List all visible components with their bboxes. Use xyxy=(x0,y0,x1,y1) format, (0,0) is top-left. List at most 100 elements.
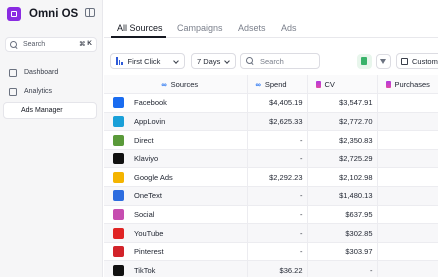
source-cell: AppLovin xyxy=(104,112,248,132)
applovin-icon xyxy=(113,115,124,127)
spend-cell-value: $36.22 xyxy=(279,265,303,275)
source-name: Pinterest xyxy=(134,247,164,257)
source-wrap: YouTube xyxy=(113,227,246,239)
spend-cell-value: $2,292.23 xyxy=(269,172,303,182)
purchases-cell[interactable]: 35.0 xyxy=(377,167,438,188)
source-cell: YouTube xyxy=(104,223,248,243)
table-row[interactable]: AppLovin $2,625.33 $2,772.70 39.0 xyxy=(104,112,438,132)
source-name: Klaviyo xyxy=(134,154,159,164)
sidebar-nav: Dashboard Analytics Ads Manager xyxy=(3,64,97,121)
source-name: Social xyxy=(134,209,155,219)
columns-icon xyxy=(401,57,408,65)
spend-cell: - xyxy=(247,130,308,150)
data-table: ∞ Sources ∞ Spend CV Purchases Facebook $4,… xyxy=(104,75,438,277)
purchases-cell[interactable]: 6.0 xyxy=(377,242,438,262)
purchases-cell[interactable]: 16.0 xyxy=(377,205,438,225)
table-row[interactable]: TikTok $36.22 -- xyxy=(104,260,438,277)
source-wrap: Direct xyxy=(113,134,246,146)
cv-cell: $302.85 xyxy=(307,223,378,243)
omni-icon xyxy=(385,80,391,88)
sidebar-item-label: Ads Manager xyxy=(21,107,63,114)
source-cell: OneText xyxy=(104,186,248,206)
spend-cell-value: - xyxy=(300,135,303,145)
spend-cell: - xyxy=(247,205,308,225)
col-cv-label: CV xyxy=(324,79,335,89)
omni-icon xyxy=(315,80,321,88)
shopify-icon xyxy=(113,134,124,146)
cv-cell: $2,102.98 xyxy=(307,167,378,188)
cv-cell: $2,350.83 xyxy=(307,130,378,150)
purchases-cell[interactable]: 39.0 xyxy=(377,149,438,169)
sidebar: Omni OS Search ⌘ K Dashboard Analytics A… xyxy=(0,0,103,277)
spend-cell: - xyxy=(247,242,308,262)
spend-cell: - xyxy=(247,149,308,169)
table-row[interactable]: YouTube - $302.85 5.0 xyxy=(104,223,438,243)
table-row[interactable]: Social - $637.95 16.0 xyxy=(104,205,438,225)
spend-cell-value: - xyxy=(300,228,303,238)
export-sheet-button[interactable] xyxy=(357,54,372,69)
col-spend[interactable]: ∞ Spend xyxy=(247,75,308,95)
sidebar-item-ads-manager[interactable]: Ads Manager xyxy=(3,102,97,119)
table-row[interactable]: Direct - $2,350.83 39.0 xyxy=(104,130,438,150)
filter-icon[interactable] xyxy=(376,54,391,69)
col-spend-label: Spend xyxy=(264,79,287,89)
tab-campaigns[interactable]: Campaigns xyxy=(177,23,223,33)
table-row[interactable]: Facebook $4,405.19 $3,547.91 56.0 xyxy=(104,93,438,113)
source-name: TikTok xyxy=(134,265,156,275)
tab-all-sources[interactable]: All Sources xyxy=(117,23,163,33)
source-cell: Klaviyo xyxy=(104,149,248,169)
cv-cell-value: $2,772.70 xyxy=(339,116,373,126)
omni-logo-icon xyxy=(7,7,21,21)
cv-cell-value: $3,547.91 xyxy=(339,98,373,108)
purchases-cell[interactable]: 21.0 xyxy=(377,186,438,206)
date-range-select[interactable]: 7 Days xyxy=(191,53,236,69)
search-placeholder: Search xyxy=(23,41,46,48)
source-wrap: Google Ads xyxy=(113,171,246,183)
table-search-input[interactable]: Search xyxy=(240,53,320,69)
spend-cell-value: $2,625.33 xyxy=(269,116,303,126)
source-cell: TikTok xyxy=(104,260,248,277)
table-row[interactable]: Google Ads $2,292.23 $2,102.98 35.0 xyxy=(104,167,438,188)
col-cv[interactable]: CV xyxy=(307,75,378,95)
pinterest-icon xyxy=(113,246,124,258)
sidebar-item-dashboard[interactable]: Dashboard xyxy=(3,64,97,81)
tab-ads[interactable]: Ads xyxy=(281,23,297,33)
customize-columns-button[interactable]: Customi xyxy=(396,53,438,69)
table-row[interactable]: Klaviyo - $2,725.29 39.0 xyxy=(104,149,438,169)
cv-cell-value: $2,725.29 xyxy=(339,154,373,164)
sidebar-toggle-icon[interactable] xyxy=(85,8,95,17)
spend-cell-value: - xyxy=(300,191,303,201)
purchases-cell[interactable]: 5.0 xyxy=(377,223,438,243)
spend-cell: - xyxy=(247,186,308,206)
spend-cell: $36.22 xyxy=(247,260,308,277)
tab-adsets[interactable]: Adsets xyxy=(238,23,266,33)
sidebar-search[interactable]: Search ⌘ K xyxy=(5,37,97,52)
spend-cell: - xyxy=(247,223,308,243)
brand[interactable]: Omni OS xyxy=(7,6,78,22)
table-row[interactable]: Pinterest - $303.97 6.0 xyxy=(104,242,438,262)
cv-cell: $2,772.70 xyxy=(307,112,378,132)
source-wrap: Social xyxy=(113,208,246,220)
purchases-cell[interactable]: 56.0 xyxy=(377,93,438,113)
table-search-placeholder: Search xyxy=(260,56,284,66)
source-name: Google Ads xyxy=(134,172,173,182)
table-body: Facebook $4,405.19 $3,547.91 56.0 AppLovin $2… xyxy=(104,93,438,277)
col-sources[interactable]: ∞ Sources xyxy=(104,75,248,95)
purchases-cell[interactable]: 39.0 xyxy=(377,130,438,150)
spend-cell: $2,625.33 xyxy=(247,112,308,132)
spend-cell-value: - xyxy=(300,154,303,164)
dashboard-icon xyxy=(9,68,17,77)
col-purchases[interactable]: Purchases xyxy=(377,75,438,95)
k-key: K xyxy=(87,40,92,47)
table-row[interactable]: OneText - $1,480.13 21.0 xyxy=(104,186,438,206)
source-name: Facebook xyxy=(134,98,167,108)
spend-cell-value: - xyxy=(300,209,303,219)
attribution-select[interactable]: First Click xyxy=(110,53,185,69)
cv-cell: - xyxy=(307,260,378,277)
purchases-cell[interactable]: - xyxy=(377,260,438,277)
sidebar-item-analytics[interactable]: Analytics xyxy=(3,83,97,100)
cv-cell-value: - xyxy=(370,265,373,275)
ads-manager-icon xyxy=(10,107,18,115)
purchases-cell[interactable]: 39.0 xyxy=(377,112,438,132)
source-wrap: Pinterest xyxy=(113,246,246,258)
